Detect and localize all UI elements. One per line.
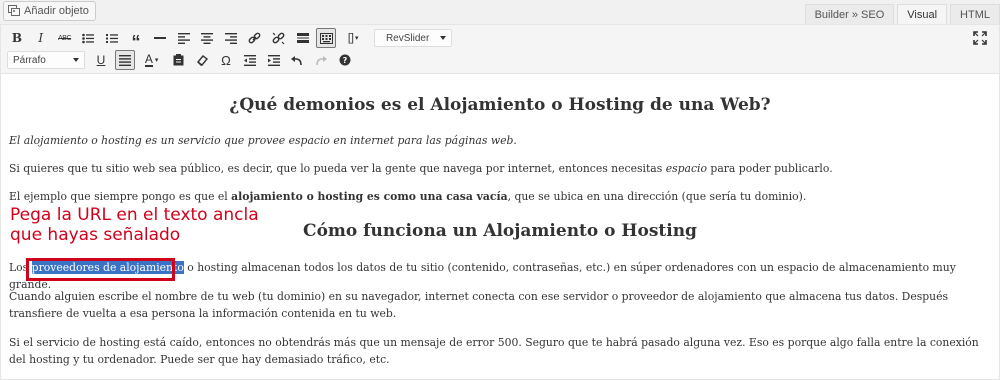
read-more-icon <box>296 33 309 43</box>
tab-html[interactable]: HTML <box>950 4 1000 25</box>
tab-builder-seo[interactable]: Builder » SEO <box>804 4 895 25</box>
annotation-text: Pega la URL en el texto ancla que hayas … <box>10 205 259 245</box>
paste-as-text-button[interactable] <box>168 50 188 70</box>
toolbar-toggle-button[interactable] <box>316 28 337 48</box>
bullet-list-button[interactable] <box>78 28 98 48</box>
paragraph-3: El ejemplo que siempre pongo es que el a… <box>9 190 807 203</box>
chevron-down-icon <box>439 36 446 40</box>
link-icon <box>249 32 261 43</box>
numbered-list-button[interactable] <box>102 28 122 48</box>
paragraph-2: Si quieres que tu sitio web sea público,… <box>9 162 833 175</box>
annotation-highlight-box <box>26 258 175 281</box>
align-left-button[interactable] <box>174 28 194 48</box>
align-right-button[interactable] <box>221 28 241 48</box>
redo-icon <box>316 55 328 65</box>
align-center-button[interactable] <box>197 28 217 48</box>
format-select[interactable]: Párrafo <box>7 51 85 69</box>
annotation-line-2: que hayas señalado <box>10 225 181 245</box>
read-more-button[interactable] <box>293 28 313 48</box>
eraser-icon <box>197 55 209 66</box>
fullscreen-button[interactable] <box>973 31 987 45</box>
annotation-line-1: Pega la URL en el texto ancla <box>10 205 259 225</box>
paragraph-6: Si el servicio de hosting está caído, en… <box>9 336 979 366</box>
text-color-icon: A <box>144 51 153 67</box>
justify-button[interactable] <box>114 50 135 70</box>
align-center-icon <box>201 32 214 44</box>
outdent-button[interactable] <box>240 50 260 70</box>
hr-button[interactable] <box>150 28 170 48</box>
media-icon <box>8 5 20 17</box>
bullet-list-icon <box>82 33 95 43</box>
unlink-icon <box>272 32 285 44</box>
clipboard-icon <box>173 54 184 66</box>
paragraph-1: El alojamiento o hosting es un servicio … <box>9 134 517 147</box>
clear-formatting-button[interactable] <box>192 50 212 70</box>
strikethrough-button[interactable]: ABC <box>55 28 75 48</box>
redo-button[interactable] <box>311 50 331 70</box>
paragraph-5: Cuando alguien escribe el nombre de tu w… <box>9 290 949 320</box>
keyboard-icon <box>319 32 333 44</box>
align-right-icon <box>225 32 238 44</box>
bold-button[interactable]: B <box>7 28 27 48</box>
align-left-icon <box>177 32 190 44</box>
toolbar-row-1: B I ABC “ [] ▾ RevSlider <box>7 27 458 52</box>
indent-icon <box>267 54 280 66</box>
shortcode-button[interactable]: [] ▾ <box>340 28 366 48</box>
blockquote-button[interactable]: “ <box>126 28 146 52</box>
toolbar-row-2: Párrafo U A ▾ Ω ? <box>7 49 359 71</box>
top-bar: Añadir objeto Builder » SEO Visual HTML <box>0 0 1000 25</box>
undo-icon <box>291 55 303 65</box>
special-character-button[interactable]: Ω <box>216 50 236 70</box>
add-media-label: Añadir objeto <box>24 5 89 17</box>
indent-button[interactable] <box>264 50 284 70</box>
editor-tabs: Builder » SEO Visual HTML <box>802 4 1000 25</box>
quote-icon: “ <box>131 31 141 52</box>
insert-link-button[interactable] <box>245 28 265 48</box>
chevron-down-icon <box>73 58 79 62</box>
add-media-button[interactable]: Añadir objeto <box>3 1 96 21</box>
heading-1: ¿Qué demonios es el Alojamiento o Hostin… <box>229 95 771 115</box>
help-icon: ? <box>339 54 351 66</box>
align-justify-icon <box>118 54 131 66</box>
shortcode-icon: [] <box>347 32 354 44</box>
text-color-button[interactable]: A ▾ <box>139 50 165 70</box>
tab-visual[interactable]: Visual <box>897 4 948 25</box>
fullscreen-icon <box>973 31 987 45</box>
revslider-select[interactable]: RevSlider <box>373 29 452 47</box>
svg-text:?: ? <box>343 56 348 65</box>
numbered-list-icon <box>106 33 119 43</box>
undo-button[interactable] <box>287 50 307 70</box>
italic-button[interactable]: I <box>31 28 51 48</box>
remove-link-button[interactable] <box>269 28 289 48</box>
omega-icon: Ω <box>221 52 231 68</box>
outdent-icon <box>243 54 256 66</box>
editor-toolbar: B I ABC “ [] ▾ RevSlider Párrafo U A ▾ Ω… <box>1 25 999 74</box>
help-button[interactable]: ? <box>335 50 355 70</box>
underline-button[interactable]: U <box>91 50 111 70</box>
horizontal-line-icon <box>153 37 166 39</box>
